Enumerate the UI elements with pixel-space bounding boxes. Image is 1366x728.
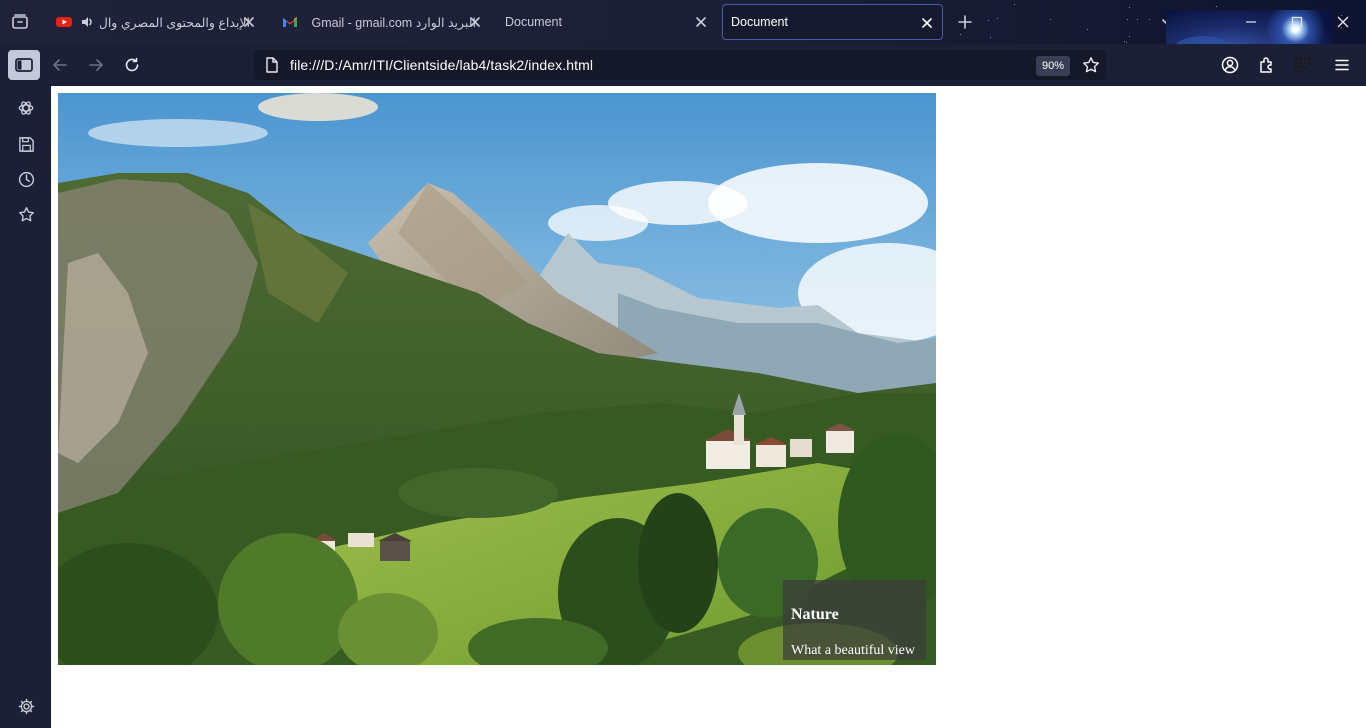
- settings-icon: [18, 698, 34, 714]
- file-page-icon: [264, 57, 280, 73]
- star-dot: [1126, 42, 1127, 43]
- bookmarks-icon: [18, 206, 34, 221]
- gmail-icon: [282, 14, 298, 30]
- sidebar-item-settings[interactable]: [14, 694, 38, 718]
- tab-strip: الإبداع والمحتوى المصري وال البريد الوار…: [0, 0, 1366, 86]
- minimize-icon: [1246, 21, 1256, 23]
- tab-youtube[interactable]: الإبداع والمحتوى المصري وال: [44, 4, 264, 40]
- minimize-button[interactable]: [1238, 10, 1264, 34]
- star-dot: [1149, 19, 1150, 20]
- close-tab-icon[interactable]: [920, 16, 934, 30]
- ai-assistant-icon: [18, 101, 34, 115]
- new-tab-button[interactable]: [955, 12, 975, 32]
- address-bar[interactable]: file:///D:/Amr/ITI/Clientside/lab4/task2…: [254, 50, 1106, 80]
- sidebar-item-bookmarks[interactable]: [14, 202, 38, 226]
- tab-title: Document: [731, 15, 788, 29]
- close-tab-icon[interactable]: [242, 15, 256, 29]
- figure: Nature What a beautiful view: [58, 93, 936, 665]
- history-icon: [18, 171, 34, 187]
- arrow-right-icon: [89, 59, 103, 71]
- tab-overview-button[interactable]: [8, 10, 32, 34]
- puzzle-icon: [1260, 57, 1272, 73]
- reload-button[interactable]: [120, 53, 144, 77]
- qr-code-button[interactable]: [1292, 54, 1314, 76]
- caption-text: What a beautiful view: [791, 643, 916, 658]
- close-tab-icon[interactable]: [694, 15, 708, 29]
- left-sidebar: [0, 86, 51, 728]
- sidebar-toggle-button[interactable]: [8, 50, 40, 80]
- qr-code-icon: [1295, 57, 1311, 73]
- star-dot: [1014, 4, 1015, 5]
- close-tab-icon[interactable]: [468, 15, 482, 29]
- star-dot: [1087, 29, 1088, 30]
- star-dot: [1124, 41, 1125, 42]
- tab-title: الإبداع والمحتوى المصري وال: [100, 15, 250, 30]
- tab-document[interactable]: Document: [496, 4, 716, 40]
- zoom-level-badge[interactable]: 90%: [1036, 56, 1070, 76]
- star-dot: [1050, 19, 1051, 20]
- bookmark-star-button[interactable]: [1080, 54, 1102, 76]
- menu-button[interactable]: [1331, 54, 1353, 76]
- tab-overview-icon: [12, 14, 28, 29]
- sidebar-item-save[interactable]: [14, 132, 38, 156]
- account-button[interactable]: [1219, 54, 1241, 76]
- maximize-icon: [1291, 16, 1303, 28]
- star-dot: [997, 18, 998, 19]
- sidebar-item-ai[interactable]: [14, 96, 38, 120]
- star-dot: [1129, 7, 1130, 8]
- tab-title: البريد الوارد Gmail - gmail.com: [311, 15, 476, 30]
- reload-icon: [125, 57, 139, 72]
- star-dot: [1137, 19, 1138, 20]
- close-icon: [1337, 16, 1349, 28]
- extensions-button[interactable]: [1256, 54, 1278, 76]
- star-dot: [960, 34, 961, 35]
- star-dot: [990, 37, 991, 38]
- star-dot: [1129, 36, 1130, 37]
- browser-toolbar: file:///D:/Amr/ITI/Clientside/lab4/task2…: [0, 44, 1366, 86]
- speaker-icon[interactable]: [80, 15, 94, 29]
- url-text[interactable]: file:///D:/Amr/ITI/Clientside/lab4/task2…: [290, 57, 593, 73]
- youtube-icon: [56, 14, 72, 30]
- page-viewport: Nature What a beautiful view: [51, 86, 1366, 728]
- tab-gmail[interactable]: البريد الوارد Gmail - gmail.com: [270, 4, 490, 40]
- star-dot: [1216, 6, 1217, 7]
- plus-icon: [958, 15, 972, 29]
- back-button[interactable]: [48, 53, 72, 77]
- caption-title: Nature: [791, 606, 839, 623]
- sidebar-panel-icon: [15, 58, 33, 72]
- sidebar-item-history[interactable]: [14, 167, 38, 191]
- tab-document-active[interactable]: Document: [722, 4, 943, 40]
- star-icon: [1083, 57, 1099, 73]
- save-icon: [18, 136, 34, 152]
- tab-title: Document: [505, 15, 562, 29]
- star-dot: [988, 20, 989, 21]
- close-window-button[interactable]: [1330, 10, 1356, 34]
- star-dot: [1127, 19, 1128, 20]
- maximize-button[interactable]: [1284, 10, 1310, 34]
- figure-caption: Nature What a beautiful view: [783, 580, 926, 660]
- forward-button[interactable]: [84, 53, 108, 77]
- arrow-left-icon: [53, 59, 67, 71]
- account-icon: [1221, 56, 1239, 74]
- hamburger-menu-icon: [1335, 59, 1349, 71]
